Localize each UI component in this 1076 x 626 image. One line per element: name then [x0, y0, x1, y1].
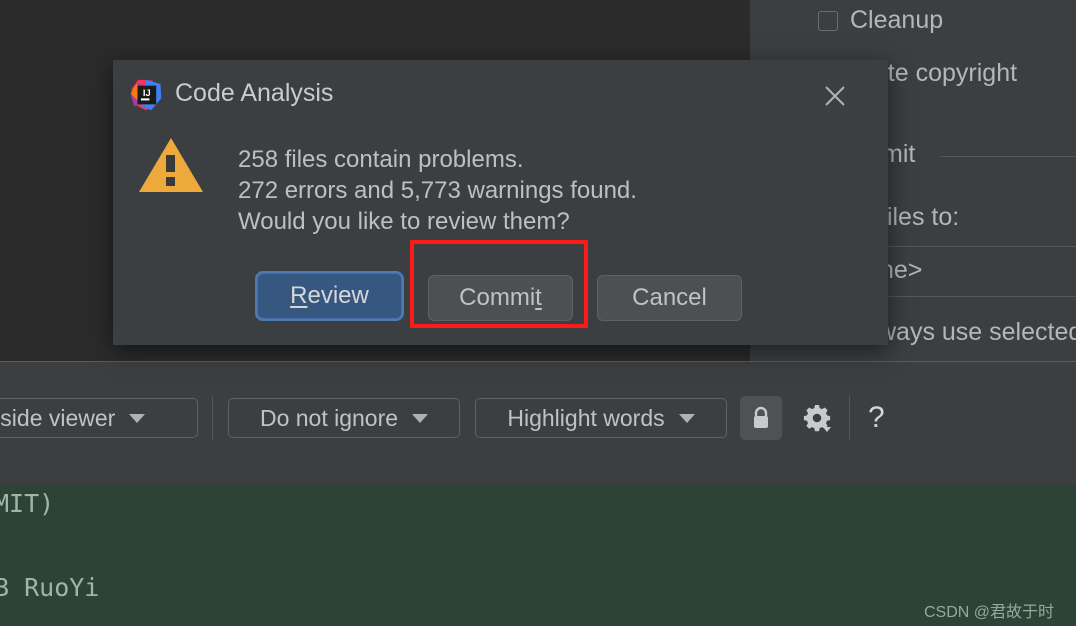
cancel-button[interactable]: Cancel — [597, 275, 742, 321]
highlight-mode-dropdown[interactable]: Highlight words — [475, 398, 727, 438]
warning-triangle-icon — [139, 138, 203, 192]
toolbar-separator-1 — [212, 396, 213, 440]
label-files-to: files to: — [880, 203, 960, 231]
section-separator-line — [940, 156, 1076, 157]
cancel-button-label: Cancel — [632, 284, 707, 311]
code-line-2: B RuoYi — [0, 573, 100, 602]
checkbox-label-always-use-selected: ways use selected — [878, 318, 1076, 346]
checkbox-box-cleanup[interactable] — [818, 10, 838, 31]
toolbar-separator-2 — [849, 396, 850, 440]
dialog-message-line-1: 258 files contain problems. — [238, 146, 524, 173]
review-button-label: Review — [290, 282, 369, 310]
close-icon — [825, 86, 845, 106]
chevron-down-icon — [412, 413, 429, 423]
dialog-message: 258 files contain problems. 272 errors a… — [238, 144, 637, 237]
checkbox-label-cleanup: Cleanup — [850, 6, 944, 34]
dialog-title: Code Analysis — [175, 79, 334, 107]
help-question-icon[interactable]: ? — [868, 401, 885, 435]
chevron-down-icon — [129, 413, 146, 423]
chevron-down-icon — [678, 413, 695, 423]
checkbox-cleanup[interactable]: Cleanup — [818, 6, 943, 35]
viewer-mode-label: -side viewer — [0, 404, 116, 431]
combo-bottom-border — [880, 296, 1076, 297]
review-mnemonic: R — [290, 282, 308, 309]
screenshot-root: Cleanup date copyright mit files to: ne>… — [0, 0, 1076, 626]
intellij-idea-logo: IJ — [130, 79, 162, 111]
dialog-close-button[interactable] — [813, 74, 857, 118]
dialog-message-line-3: Would you like to review them? — [238, 208, 570, 235]
gear-icon — [803, 405, 831, 432]
commit-button-highlight-annotation — [410, 240, 588, 328]
diff-editor-added-region — [0, 485, 1076, 626]
highlight-mode-label: Highlight words — [507, 404, 665, 431]
ignore-mode-dropdown[interactable]: Do not ignore — [228, 398, 460, 438]
review-rest: eview — [307, 282, 369, 309]
viewer-mode-dropdown[interactable]: -side viewer — [0, 398, 198, 438]
dialog-message-line-2: 272 errors and 5,773 warnings found. — [238, 177, 637, 204]
watermark: CSDN @君故于时 — [924, 604, 1055, 621]
ignore-mode-label: Do not ignore — [259, 404, 399, 431]
svg-text:IJ: IJ — [143, 88, 151, 98]
review-button[interactable]: Review — [257, 273, 402, 319]
lock-icon — [754, 406, 768, 428]
code-line-1: MIT) — [0, 489, 55, 518]
combo-top-border — [880, 246, 1076, 247]
settings-button[interactable] — [797, 398, 837, 438]
lock-toggle-button[interactable] — [740, 396, 782, 440]
